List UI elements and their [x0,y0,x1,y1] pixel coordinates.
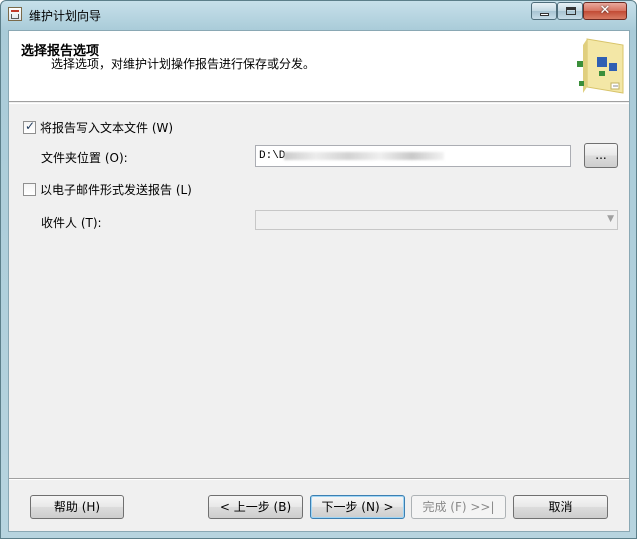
folder-location-input[interactable]: D:\D [255,145,571,167]
email-report-label[interactable]: 以电子邮件形式发送报告 (L) [40,181,192,198]
folder-location-value: D:\D [259,150,286,162]
browse-folder-button[interactable]: ... [584,143,618,168]
maximize-icon [566,7,576,15]
header-divider [9,103,629,104]
title-bar[interactable]: 维护计划向导 ✕ [1,1,636,29]
window-title: 维护计划向导 [29,9,102,23]
close-button[interactable]: ✕ [583,2,627,20]
chevron-down-icon: ▼ [607,214,614,224]
dialog-content: 选择报告选项 选择选项，对维护计划操作报告进行保存或分发。 将报告写入文本文件 … [8,30,630,532]
write-to-file-checkbox[interactable] [23,119,36,134]
email-report-checkbox[interactable] [23,183,36,196]
page-subtitle: 选择选项，对维护计划操作报告进行保存或分发。 [51,57,316,71]
maximize-button[interactable] [557,2,583,20]
folder-location-label: 文件夹位置 (O): [41,151,128,165]
recipient-dropdown[interactable]: ▼ [255,210,618,230]
write-to-file-label[interactable]: 将报告写入文本文件 (W) [40,119,173,136]
help-button[interactable]: 帮助 (H) [30,495,124,519]
finish-button[interactable]: 完成 (F) >>| [411,495,506,519]
redacted-path [284,152,444,160]
cancel-button[interactable]: 取消 [513,495,608,519]
next-button[interactable]: 下一步 (N) > [310,495,405,519]
minimize-icon [540,13,549,16]
minimize-button[interactable] [531,2,557,20]
wizard-window: 维护计划向导 ✕ 选择报告选项 选择选项，对维护计划操作报告进行保存或分发。 ✓… [0,0,637,539]
recipient-label: 收件人 (T): [41,216,102,230]
footer-divider [9,478,629,480]
maintenance-plan-icon [8,7,22,21]
back-button[interactable]: < 上一步 (B) [208,495,303,519]
wizard-header: 选择报告选项 选择选项，对维护计划操作报告进行保存或分发。 [9,31,629,102]
wizard-graphic-icon [577,38,624,94]
close-icon: ✕ [599,3,611,18]
